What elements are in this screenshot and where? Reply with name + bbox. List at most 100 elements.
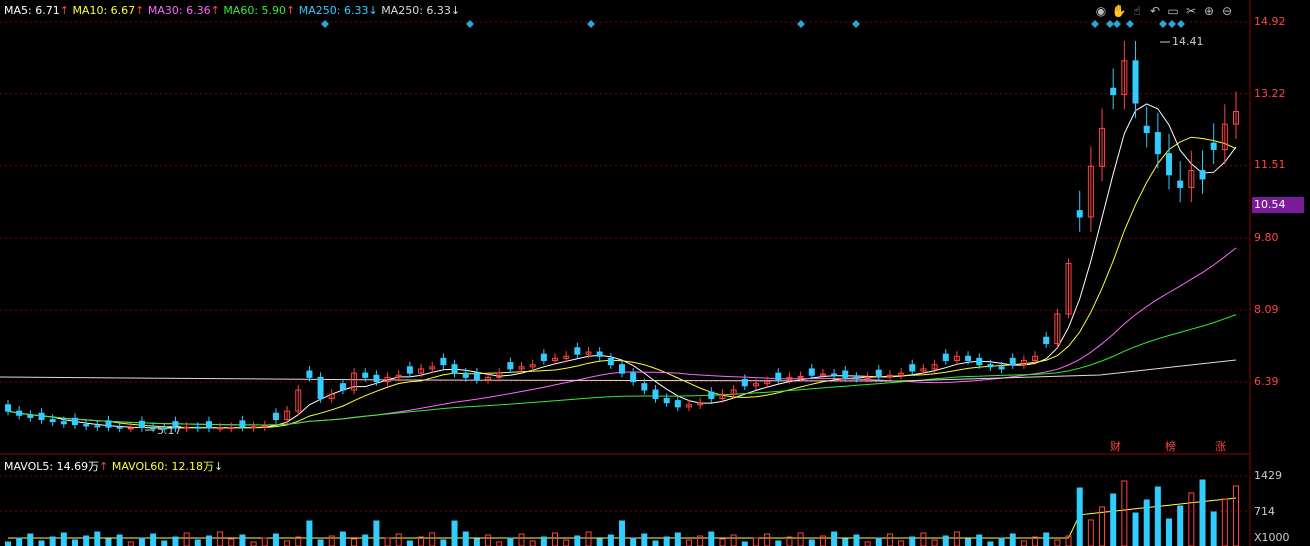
price-axis-label: 9.80 [1254, 231, 1279, 244]
candle-body [607, 357, 614, 366]
volume-bar [451, 520, 458, 546]
volume-bar [161, 540, 168, 546]
signal-markers [321, 20, 1185, 28]
candle-body [998, 366, 1005, 370]
eye-icon[interactable]: ◉ [1093, 3, 1109, 19]
volume-bar [1233, 485, 1239, 546]
signal-marker [1177, 20, 1185, 28]
lock-icon[interactable]: ▭ [1165, 3, 1181, 19]
low-price-label: 5.17 [157, 424, 182, 437]
candle-body [94, 425, 101, 428]
volume-bar [920, 532, 927, 546]
candlesticks [5, 40, 1239, 433]
ma250-arrow-b: ↓ [450, 4, 461, 17]
volume-bar [708, 531, 715, 546]
volume-bar [485, 534, 492, 546]
volume-bar [931, 539, 938, 546]
candle-body [507, 362, 514, 370]
grab-icon[interactable]: ☝ [1129, 3, 1145, 19]
volume-bar [49, 536, 56, 546]
candle-body [987, 364, 994, 368]
event-limit-up[interactable]: 涨 [1215, 438, 1226, 454]
volume-bar [150, 533, 157, 546]
volume-bar [462, 531, 469, 546]
mavol60-value: MAVOL60: 12.18万 [111, 460, 214, 473]
candle-body [641, 383, 648, 391]
scissors-icon[interactable]: ✂ [1183, 3, 1199, 19]
hand-icon[interactable]: ✋ [1111, 3, 1127, 19]
candle-body [473, 372, 480, 380]
event-financial[interactable]: 财 [1110, 438, 1121, 454]
candle-body [1154, 132, 1161, 155]
volume-bar [440, 539, 447, 546]
volume-bar [663, 536, 670, 546]
volume-bar [1199, 479, 1206, 546]
volume-bar [406, 540, 413, 546]
candle-body [574, 347, 581, 355]
candle-body [652, 389, 659, 399]
volume-bar [339, 531, 346, 546]
candle-body [194, 426, 201, 429]
signal-marker [1091, 20, 1099, 28]
candle-body [116, 426, 123, 429]
volume-bar [752, 537, 759, 546]
volume-bar [27, 533, 34, 546]
candle-body [250, 426, 257, 429]
candle-body [127, 427, 134, 430]
volume-axis-label: 1429 [1254, 469, 1282, 482]
volume-bar [808, 539, 815, 546]
volume-bar [239, 534, 246, 546]
price-axis-label: 13.22 [1254, 87, 1286, 100]
candle-body [105, 420, 112, 428]
ma5-arrow: ↑ [59, 4, 69, 17]
candle-body [942, 353, 949, 361]
undo-icon[interactable]: ↶ [1147, 3, 1163, 19]
volume-bar [1076, 487, 1083, 546]
candle-body [71, 417, 78, 426]
zoom-in-icon[interactable]: ⊕ [1201, 3, 1217, 19]
candle-body [875, 369, 882, 378]
volume-bar [719, 538, 726, 546]
candle-body [451, 364, 458, 374]
volume-bar [1210, 511, 1217, 546]
candle-body [83, 424, 90, 427]
candle-body [373, 374, 380, 383]
volume-bar [183, 532, 190, 546]
volume-bar [429, 532, 436, 546]
volume-unit-label: X1000 [1254, 531, 1290, 544]
candle-body [306, 370, 313, 378]
candle-body [831, 373, 838, 376]
zoom-out-icon[interactable]: ⊖ [1219, 3, 1235, 19]
volume-bar [875, 537, 882, 546]
candle-body [228, 427, 235, 430]
volume-bar [965, 538, 972, 546]
candle-body [1110, 87, 1117, 96]
volume-bar [619, 520, 625, 546]
signal-marker [587, 20, 595, 28]
candle-body [630, 372, 637, 383]
candle-body [205, 421, 212, 429]
ma5-line [7, 103, 1237, 429]
ma10-arrow: ↑ [135, 4, 145, 17]
ma60-value: MA60: 5.90 [223, 4, 287, 17]
signal-marker [1159, 20, 1167, 28]
candle-body [864, 376, 871, 379]
volume-bar [864, 541, 871, 546]
candle-body [619, 364, 625, 374]
volume-bar [362, 534, 369, 546]
candle-body [362, 372, 369, 378]
volume-bar [540, 536, 547, 546]
volume-bar [563, 539, 570, 546]
signal-marker [466, 20, 474, 28]
signal-marker [1106, 20, 1114, 28]
volume-bar [71, 539, 78, 546]
volume-bar [552, 532, 559, 546]
volume-bar [228, 538, 235, 546]
event-ranking[interactable]: 榜 [1165, 438, 1176, 454]
candle-body [540, 353, 547, 361]
ma10-value: MA10: 6.67 [72, 4, 136, 17]
candle-body [775, 372, 782, 380]
volume-bar [1087, 519, 1094, 546]
volume-bar [1121, 480, 1128, 546]
candle-body [239, 420, 246, 428]
